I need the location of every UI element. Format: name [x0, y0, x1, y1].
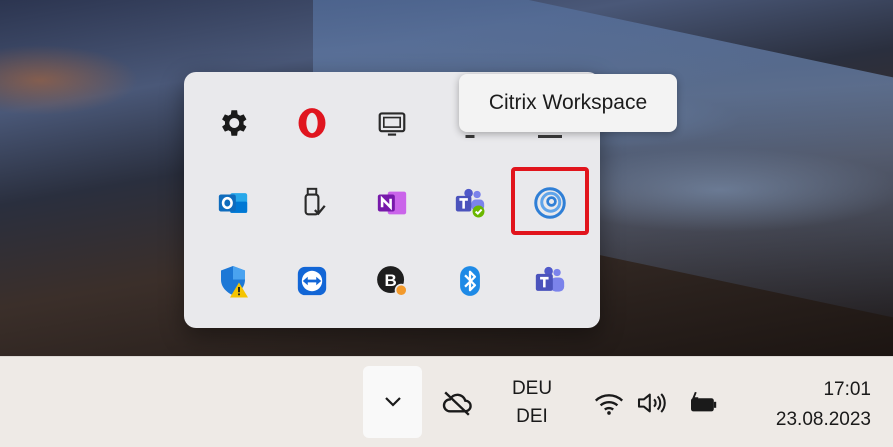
- citrix-highlight-box: [511, 167, 589, 235]
- clock-time: 17:01: [823, 379, 871, 400]
- wifi-icon[interactable]: [589, 388, 629, 418]
- windows-security-icon[interactable]: [203, 254, 263, 308]
- battery-charging-icon[interactable]: [683, 388, 723, 418]
- cloud-offline-icon[interactable]: [437, 387, 477, 419]
- chevron-up-icon: [384, 397, 401, 407]
- input-language-indicator[interactable]: DEU DEI: [500, 375, 564, 431]
- onenote-icon[interactable]: [362, 176, 422, 230]
- bluetooth-icon[interactable]: [440, 254, 500, 308]
- language-code: DEU: [511, 378, 553, 399]
- settings-icon[interactable]: [203, 96, 263, 150]
- outlook-icon[interactable]: [203, 176, 263, 230]
- display-icon[interactable]: [362, 96, 422, 150]
- b-app-icon[interactable]: B: [362, 254, 422, 308]
- opera-icon[interactable]: [282, 96, 342, 150]
- usb-safely-remove-icon[interactable]: [282, 176, 342, 230]
- speaker-icon[interactable]: [631, 388, 671, 418]
- citrix-tooltip: Citrix Workspace: [459, 74, 677, 132]
- teams-icon[interactable]: [440, 176, 500, 230]
- show-hidden-icons-button[interactable]: [363, 366, 422, 438]
- teamviewer-icon[interactable]: [282, 254, 342, 308]
- taskbar: DEU DEI 17:01 23.08.2023: [0, 356, 893, 447]
- keyboard-layout-code: DEI: [516, 406, 548, 427]
- clock-date: 23.08.2023: [775, 409, 871, 430]
- system-clock[interactable]: 17:01 23.08.2023: [776, 375, 871, 435]
- svg-text:B: B: [384, 271, 396, 290]
- teams-classic-icon[interactable]: [520, 254, 580, 308]
